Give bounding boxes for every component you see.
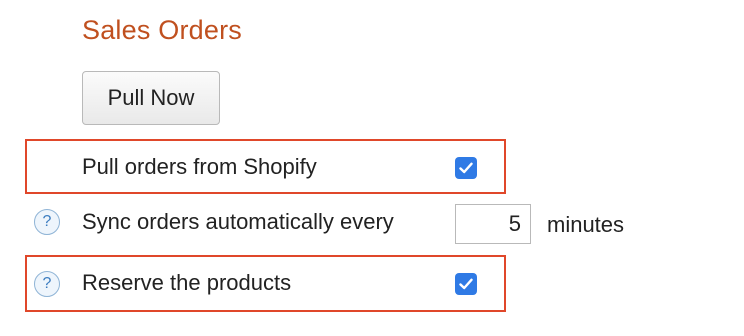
sales-orders-panel: Sales Orders Pull Now Pull orders from S…	[0, 0, 744, 336]
sync-interval-label: Sync orders automatically every	[82, 209, 394, 234]
checkmark-icon	[459, 278, 473, 290]
sync-interval-input[interactable]	[455, 204, 531, 244]
sync-help-icon[interactable]: ?	[34, 209, 60, 235]
pull-now-button[interactable]: Pull Now	[82, 71, 220, 125]
reserve-products-label: Reserve the products	[82, 270, 292, 295]
reserve-products-checkbox[interactable]	[455, 273, 477, 295]
sync-interval-unit-label: minutes	[547, 212, 625, 237]
reserve-help-icon[interactable]: ?	[34, 271, 60, 297]
pull-orders-checkbox[interactable]	[455, 157, 477, 179]
checkmark-icon	[459, 162, 473, 174]
pull-orders-label: Pull orders from Shopify	[82, 154, 317, 179]
section-title: Sales Orders	[82, 15, 242, 45]
